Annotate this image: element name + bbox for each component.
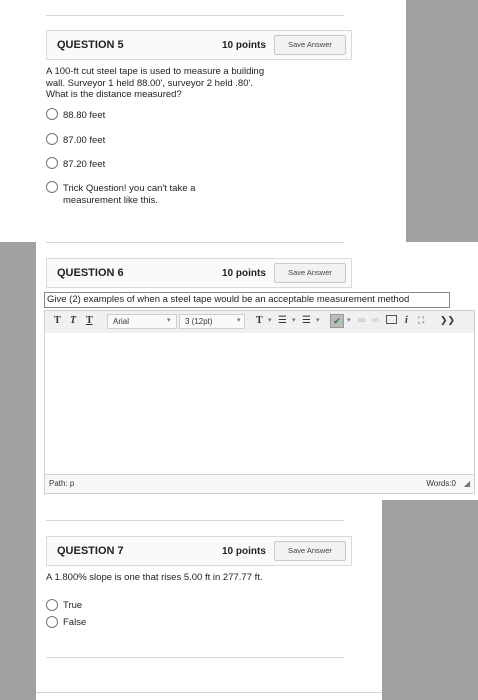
save-answer-button[interactable]: Save Answer — [274, 541, 346, 561]
save-answer-button[interactable]: Save Answer — [274, 263, 346, 283]
chevron-down-icon[interactable]: ▾ — [292, 316, 296, 324]
radio-button[interactable] — [46, 181, 58, 193]
chevron-down-icon[interactable]: ▾ — [268, 316, 272, 324]
editor-text-area[interactable] — [45, 333, 474, 475]
radio-button[interactable] — [46, 157, 58, 169]
fullscreen-icon[interactable]: ⛶ — [418, 315, 424, 326]
answer-option[interactable]: Trick Question! you can't take a measure… — [46, 181, 223, 207]
question-points: 10 points — [222, 40, 266, 51]
underline-button[interactable]: T — [86, 315, 93, 326]
italic-button[interactable]: T — [70, 315, 76, 326]
bold-button[interactable]: T — [54, 315, 61, 326]
spellcheck-icon[interactable]: ✔ — [330, 314, 344, 328]
unlink-icon[interactable]: ∞ — [372, 315, 379, 326]
divider — [46, 657, 344, 658]
expand-toolbar-icon[interactable]: ❯❯ — [440, 315, 455, 326]
divider — [36, 692, 382, 693]
chevron-down-icon[interactable]: ▾ — [167, 316, 171, 324]
option-label: True — [63, 600, 83, 611]
answer-option[interactable]: 87.00 feet — [46, 133, 105, 147]
answer-option[interactable]: 88.80 feet — [46, 108, 105, 122]
question-7-text: A 1.800% slope is one that rises 5.00 ft… — [46, 572, 263, 583]
option-label: 87.00 feet — [63, 135, 106, 146]
radio-button[interactable] — [46, 108, 58, 120]
font-size-value: 3 (12pt) — [185, 317, 213, 326]
question-6-header: QUESTION 6 10 points Save Answer — [46, 258, 352, 288]
question-7-header: QUESTION 7 10 points Save Answer — [46, 536, 352, 566]
question-title: QUESTION 6 — [57, 267, 124, 279]
editor-path: Path: p — [49, 479, 75, 488]
option-label: 88.80 feet — [63, 110, 106, 121]
option-label: Trick Question! you can't take a measure… — [63, 183, 196, 206]
radio-button[interactable] — [46, 599, 58, 611]
chevron-down-icon[interactable]: ▾ — [316, 316, 320, 324]
info-icon[interactable]: i — [405, 315, 408, 326]
divider — [46, 242, 344, 243]
divider — [46, 15, 344, 16]
link-icon[interactable]: ∞ — [358, 315, 365, 326]
word-count: Words:0 — [426, 479, 456, 488]
question-5-header: QUESTION 5 10 points Save Answer — [46, 30, 352, 60]
question-points: 10 points — [222, 546, 266, 557]
divider — [46, 520, 344, 521]
text-color-icon[interactable]: T — [256, 315, 263, 326]
radio-button[interactable] — [46, 616, 58, 628]
save-answer-button[interactable]: Save Answer — [274, 35, 346, 55]
radio-button[interactable] — [46, 133, 58, 145]
editor-toolbar: T T T Arial ▾ 3 (12pt) ▾ T ▾ ☰ ▾ ☰ ▾ ✔ ▾… — [45, 311, 474, 334]
resize-handle-icon[interactable]: ◢ — [464, 475, 470, 492]
question-title: QUESTION 7 — [57, 545, 124, 557]
preview-icon[interactable] — [386, 315, 397, 324]
right-gray-panel-top — [406, 0, 478, 242]
question-title: QUESTION 5 — [57, 39, 124, 51]
chevron-down-icon[interactable]: ▾ — [347, 316, 351, 324]
option-label: False — [63, 617, 87, 628]
option-label: 87.20 feet — [63, 159, 106, 170]
numbered-list-icon[interactable]: ☰ — [302, 315, 311, 326]
answer-option[interactable]: True — [46, 599, 82, 612]
answer-editor: T T T Arial ▾ 3 (12pt) ▾ T ▾ ☰ ▾ ☰ ▾ ✔ ▾… — [44, 310, 475, 494]
chevron-down-icon[interactable]: ▾ — [237, 316, 241, 324]
question-points: 10 points — [222, 268, 266, 279]
bullet-list-icon[interactable]: ☰ — [278, 315, 287, 326]
answer-option[interactable]: 87.20 feet — [46, 157, 105, 171]
question-6-text: Give (2) examples of when a steel tape w… — [44, 292, 450, 308]
font-size-select[interactable]: 3 (12pt) — [179, 314, 245, 329]
answer-option[interactable]: False — [46, 616, 86, 629]
right-gray-panel-bottom — [382, 500, 478, 700]
editor-status-bar: Path: p Words:0 ◢ — [45, 474, 474, 493]
font-family-value: Arial — [113, 317, 130, 326]
question-5-text: A 100-ft cut steel tape is used to measu… — [46, 66, 265, 100]
left-gray-panel — [0, 242, 36, 700]
